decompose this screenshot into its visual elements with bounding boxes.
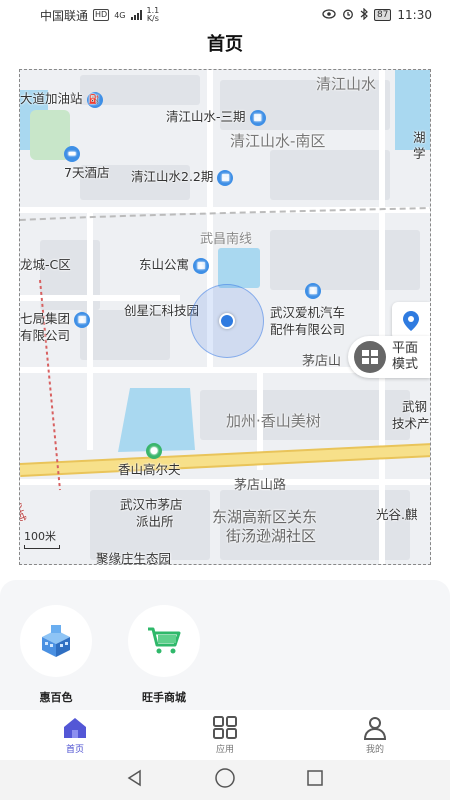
map-label-hu-xue: 湖 学 — [413, 130, 426, 161]
building-icon — [42, 625, 70, 657]
map-label-tech: 技术产 — [392, 416, 430, 431]
app-label: 旺手商城 — [142, 691, 186, 704]
map-label-qjss: 清江山水 — [316, 75, 377, 93]
map-label-dongshan[interactable]: 东山公寓 ▦ — [139, 254, 209, 274]
map-label-maodian-station-2: 派出所 — [136, 514, 174, 529]
app-wangshou-mall[interactable]: 旺手商城 — [126, 605, 202, 705]
map-label-parts-co: 配件有限公司 — [270, 322, 346, 337]
building-poi-icon: ▦ — [217, 169, 234, 186]
battery-level: 87 — [373, 9, 392, 21]
current-location-marker — [190, 284, 264, 358]
app-huibaise[interactable]: 惠百色 — [18, 605, 94, 705]
status-bar: 中国联通 HD 4G 1.1 K/s 87 11:30 — [0, 0, 450, 30]
map-label-juyuan: 聚缘庄生态园 — [96, 551, 172, 565]
tab-apps[interactable]: 应用 — [150, 710, 300, 760]
app-label: 惠百色 — [39, 691, 73, 704]
page-title: 首页 — [207, 34, 243, 55]
map-label-jiazhou: 加州·香山美树 — [226, 412, 321, 430]
building-poi-icon: ▦ — [193, 257, 209, 274]
tab-label: 我的 — [365, 744, 384, 755]
shopping-cart-icon — [148, 627, 181, 654]
network-type: 4G — [114, 10, 126, 20]
tab-profile[interactable]: 我的 — [300, 710, 450, 760]
map-label-hotel[interactable]: ▬ 7天酒店 — [64, 145, 109, 181]
map-mode-label: 平面 模式 — [392, 341, 419, 372]
locate-button[interactable] — [392, 302, 430, 340]
map-label-donghu-1: 东湖高新区关东 — [212, 508, 318, 526]
eye-icon — [322, 8, 336, 22]
user-icon — [363, 716, 387, 740]
map-scale: 100米 — [24, 528, 60, 549]
location-dot — [219, 313, 235, 329]
map-label-chuangxinghui[interactable]: 创星汇科技园 — [124, 300, 199, 319]
app-icon-container — [128, 605, 200, 677]
map-label-qjss-south: 清江山水-南区 — [230, 132, 326, 150]
map-label-donghu-2: 街汤逊湖社区 — [226, 527, 317, 545]
golf-icon: ● — [146, 442, 162, 459]
app-icon-container — [20, 605, 92, 677]
bottom-tab-bar: 首页 应用 我的 — [0, 710, 450, 760]
clock: 11:30 — [397, 8, 432, 22]
apps-panel: 惠百色 旺手商城 — [0, 580, 450, 710]
map-label-city-c: 龙城-C区 — [20, 257, 71, 272]
map-label-qjss-22[interactable]: 清江山水2.2期 ▦ — [131, 166, 234, 186]
back-icon[interactable] — [125, 768, 145, 792]
building-poi-icon: ▦ — [249, 109, 266, 126]
map-label-co-ltd: 有限公司 — [20, 328, 71, 343]
map-label-guanggu: 光谷.麒 — [376, 507, 418, 522]
building-poi-icon: ▦ — [74, 311, 90, 328]
signal-icon — [130, 10, 142, 20]
map-label-maodian-road-1: 茅店山 — [302, 354, 342, 369]
hd-badge: HD — [93, 9, 110, 21]
map-label-golf[interactable]: ● 香山高尔夫 — [118, 442, 181, 478]
map-label-wuchang-south: 武昌南线 — [200, 232, 253, 247]
alarm-icon — [342, 8, 354, 23]
home-icon — [64, 717, 86, 738]
home-circle-icon[interactable] — [214, 767, 236, 793]
map-label-maodian-road-2: 茅店山路 — [234, 478, 287, 493]
tab-label: 首页 — [65, 744, 84, 755]
tab-label: 应用 — [215, 744, 234, 755]
grid-mode-icon — [354, 341, 386, 373]
map-label-aiji-icon: ▦ — [305, 282, 321, 299]
gas-station-icon: ⛽ — [86, 91, 103, 108]
map-mode-button[interactable]: 平面 模式 — [348, 336, 430, 378]
system-navigation-bar — [0, 760, 450, 800]
speed-unit: K/s — [146, 14, 159, 23]
tab-home[interactable]: 首页 — [0, 710, 150, 760]
map-label-gas-station[interactable]: 大道加油站 ⛽ — [20, 88, 103, 108]
carrier-name: 中国联通 — [40, 8, 89, 23]
map-view[interactable]: 大道加油站 ⛽ 清江山水 清江山水-三期 ▦ 清江山水-南区 湖 学 ▬ 7天酒店… — [19, 69, 431, 565]
hotel-icon: ▬ — [64, 145, 80, 162]
grid-icon — [213, 715, 237, 739]
map-label-qjss-3[interactable]: 清江山水-三期 ▦ — [166, 106, 266, 126]
recents-icon[interactable] — [305, 768, 325, 792]
bluetooth-icon — [360, 7, 368, 23]
scale-line — [24, 545, 60, 549]
scale-label: 100米 — [24, 530, 56, 543]
location-pin-icon — [403, 311, 419, 331]
building-poi-icon: ▦ — [305, 282, 321, 299]
network-speed: 1.1 K/s — [147, 7, 160, 23]
